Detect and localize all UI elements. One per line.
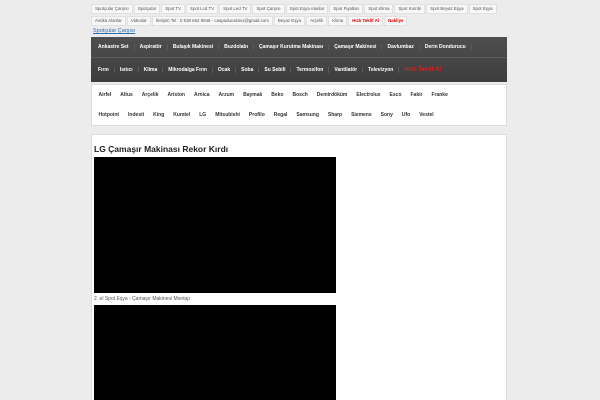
brand-demirdokum[interactable]: Demirdöküm [312,92,352,98]
brand-indesit[interactable]: Indesit [124,112,149,118]
top-link-antika-alanlar[interactable]: Antika Alanlar [91,16,126,26]
top-link-spot-beyaz-esya[interactable]: Spot Beyaz Eşya [426,4,468,14]
site-title-link[interactable]: Spotçular Çarşısı [93,28,135,34]
video-caption: 2. el Spot Eşya - Çamaşır Makinesi Monta… [94,296,190,302]
category-televizyon[interactable]: Televizyon [363,66,400,73]
brand-nav: Airfel Altus Arçelik Ariston Arnica Arzum Baym… [91,84,507,126]
category-ankastre-set[interactable]: Ankastre Set [93,44,135,50]
brand-beko[interactable]: Beko [267,92,288,98]
top-links-bar: Spotçular Çarşısı Spotçular Spot TV Spot Lc… [91,4,501,28]
brand-arnica[interactable]: Arnica [189,92,214,98]
category-camasir-kurutma-makinasi[interactable]: Çamaşır Kurutma Makinası [254,44,330,50]
category-isitici[interactable]: Isıtıcı [115,66,139,73]
top-link-spotcular-carsisi[interactable]: Spotçular Çarşısı [91,4,133,14]
brand-siemens[interactable]: Siemens [347,112,377,118]
brand-nav-row-2: Hotpoint Indesit King Kumtel LG Mitsubishi Pro… [92,105,506,125]
category-firin[interactable]: Fırın [93,66,115,73]
category-derin-dondurucu[interactable]: Derin Dondurucu [420,44,472,50]
category-bulasik-makinesi[interactable]: Bulaşık Makinesi [168,44,220,50]
category-vantilator[interactable]: Vantilatör [329,66,364,73]
brand-samsung[interactable]: Samsung [292,112,324,118]
brand-baymak[interactable]: Baymak [239,92,267,98]
category-camasir-makinesi[interactable]: Çamaşır Makinesi [329,44,383,50]
top-link-videolar[interactable]: Videolar [126,16,151,26]
brand-franke[interactable]: Franke [427,92,452,98]
quick-quote-link[interactable]: Hızlı Teklif Al [399,67,446,73]
top-link-iletisim-tel-0-538-662-8948-caspaducakinci-gmail-com[interactable]: İletişim Tel : 0 538 662 8948 - caspaduc… [151,16,273,26]
brand-nav-row-1: Airfel Altus Arçelik Ariston Arnica Arzum Baym… [92,85,506,105]
top-link-spot-lcd-tv[interactable]: Spot Lcd TV [186,4,219,14]
brand-king[interactable]: King [149,112,169,118]
brand-vestel[interactable]: Vestel [415,112,438,118]
brand-mitsubishi[interactable]: Mitsubishi [211,112,245,118]
top-link-spot-esya[interactable]: Spot Eşya [468,4,497,14]
brand-bosch[interactable]: Bosch [288,92,312,98]
top-link-spot-carsisi[interactable]: Spot Çarşısı [252,4,285,14]
top-link-spotcular[interactable]: Spotçular [133,4,161,14]
brand-ufo[interactable]: Ufo [397,112,414,118]
brand-kumtel[interactable]: Kumtel [169,112,195,118]
brand-sharp[interactable]: Sharp [323,112,346,118]
category-soba[interactable]: Soba [236,66,260,73]
brand-sony[interactable]: Sony [376,112,397,118]
brand-hotpoint[interactable]: Hotpoint [94,112,124,118]
category-nav: Ankastre Set Aspiratör Bulaşık Makinesi Buz… [91,37,507,82]
brand-esco[interactable]: Esco [385,92,406,98]
category-nav-row-1: Ankastre Set Aspiratör Bulaşık Makinesi Buz… [91,37,507,57]
top-link-spot-kombi[interactable]: Spot Kombi [394,4,426,14]
category-klima[interactable]: Klima [139,66,164,73]
category-nav-row-2: Fırın Isıtıcı Klima Mikrodalga Fırın Ocak Sob… [91,57,507,81]
video-player-2[interactable] [94,305,336,400]
top-link-spot-esya-alanlar[interactable]: Spot Eşya Alanlar [285,4,329,14]
top-link-spot-led-tv[interactable]: Spot Led TV [219,4,252,14]
top-link-beyaz-esya[interactable]: Beyaz Eşya [273,16,306,26]
category-termosifon[interactable]: Termosifon [291,66,330,73]
brand-altus[interactable]: Altus [116,92,138,98]
brand-regal[interactable]: Regal [269,112,292,118]
category-ocak[interactable]: Ocak [213,66,237,73]
category-davlumbaz[interactable]: Davlumbaz [382,44,420,50]
category-buzdolabi[interactable]: Buzdolabı [219,44,254,50]
category-mikrodalga-firin[interactable]: Mikrodalga Fırın [163,66,213,73]
top-link-klima[interactable]: Klima [328,16,348,26]
top-link-nakliye[interactable]: Nakliye [384,16,408,26]
brand-arcelik[interactable]: Arçelik [137,92,163,98]
brand-electrolux[interactable]: Electrolux [352,92,385,98]
brand-lg[interactable]: LG [195,112,211,118]
top-link-hizli-teklif-al[interactable]: Hızlı Teklif Al [348,16,384,26]
brand-airfel[interactable]: Airfel [94,92,116,98]
top-link-spot-klima[interactable]: Spot Klima [364,4,394,14]
brand-arzum[interactable]: Arzum [214,92,239,98]
article-content: LG Çamaşır Makinası Rekor Kırdı 2. el Sp… [91,134,507,400]
brand-fakir[interactable]: Fakir [406,92,427,98]
brand-ariston[interactable]: Ariston [163,92,190,98]
top-link-spot-fiyatlari[interactable]: Spot Fiyatları [329,4,364,14]
category-aspirator[interactable]: Aspiratör [135,44,168,50]
article-title: LG Çamaşır Makinası Rekor Kırdı [94,144,229,154]
brand-profilo[interactable]: Profilo [244,112,269,118]
top-link-spot-tv[interactable]: Spot TV [161,4,186,14]
top-link-arcelik[interactable]: Arçelik [306,16,328,26]
category-su-sebili[interactable]: Su Sebili [259,66,292,73]
video-player-1[interactable] [94,157,336,293]
